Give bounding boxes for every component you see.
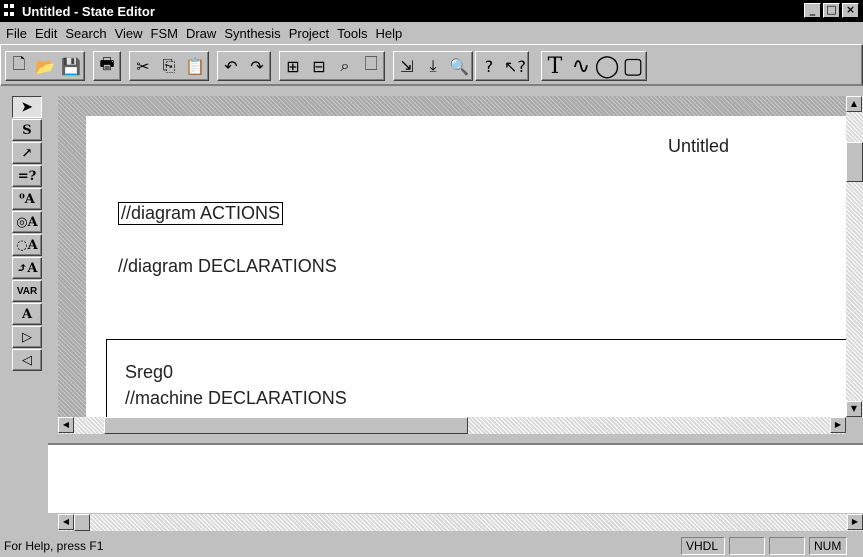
app-icon bbox=[4, 4, 18, 18]
compile-icon[interactable]: ⇲ bbox=[394, 52, 420, 80]
status-panel-ovr bbox=[769, 537, 805, 555]
status-language: VHDL bbox=[681, 537, 725, 555]
scroll-up-icon[interactable]: ▲ bbox=[846, 96, 862, 112]
select-arrow-icon[interactable]: ➤ bbox=[12, 96, 42, 118]
window-title: Untitled - State Editor bbox=[22, 3, 155, 19]
clipboard-toolbar-group: ✂ ⎘ 📋 bbox=[129, 51, 209, 81]
zoom-page-icon[interactable]: 🗌 bbox=[358, 52, 384, 80]
output-port-icon[interactable]: ◁ bbox=[12, 349, 42, 371]
undo-toolbar-group: ↶ ↷ bbox=[217, 51, 271, 81]
menu-edit[interactable]: Edit bbox=[31, 26, 61, 41]
new-file-icon[interactable]: 🗋 bbox=[6, 52, 32, 80]
machine-declarations-text[interactable]: //machine DECLARATIONS bbox=[125, 388, 347, 409]
menu-bar: File Edit Search View FSM Draw Synthesis… bbox=[0, 22, 863, 44]
cut-icon[interactable]: ✂ bbox=[130, 52, 156, 80]
title-bar: Untitled - State Editor _ □ × bbox=[0, 0, 863, 22]
machine-name[interactable]: Sreg0 bbox=[125, 362, 173, 383]
help-icon[interactable]: ? bbox=[476, 52, 502, 80]
context-help-icon[interactable]: ↖? bbox=[502, 52, 528, 80]
menu-fsm[interactable]: FSM bbox=[147, 26, 182, 41]
menu-search[interactable]: Search bbox=[61, 26, 110, 41]
vertical-scroll-thumb[interactable] bbox=[846, 142, 863, 182]
window-controls: _ □ × bbox=[804, 3, 859, 18]
zoom-toolbar-group: ⊞ ⊟ ⌕ 🗌 bbox=[279, 51, 385, 81]
output-pane[interactable] bbox=[48, 443, 863, 513]
output-horizontal-scrollbar[interactable]: ◀ ▶ bbox=[58, 514, 863, 531]
transition-action-icon[interactable]: ⤴A bbox=[12, 257, 42, 279]
diagram-horizontal-scrollbar[interactable]: ◀ ▶ bbox=[58, 417, 846, 434]
scroll-corner bbox=[846, 417, 863, 434]
help-toolbar-group: ? ↖? bbox=[475, 51, 529, 81]
scroll-left-icon[interactable]: ◀ bbox=[58, 417, 74, 433]
save-disk-icon[interactable]: 💾 bbox=[58, 52, 84, 80]
diagram-frame: Untitled //diagram ACTIONS //diagram DEC… bbox=[58, 96, 863, 437]
text-tool-icon[interactable]: T bbox=[542, 52, 568, 80]
curve-tool-icon[interactable]: ∿ bbox=[568, 52, 594, 80]
input-port-icon[interactable]: ▷ bbox=[12, 326, 42, 348]
synthesis-toolbar-group: ⇲ ⤓ 🔍 bbox=[393, 51, 473, 81]
maximize-button[interactable]: □ bbox=[823, 3, 840, 18]
ellipse-tool-icon[interactable]: ◯ bbox=[594, 52, 620, 80]
undo-icon[interactable]: ↶ bbox=[218, 52, 244, 80]
toolbar: 🗋 📂 💾 🖶 ✂ ⎘ 📋 ↶ ↷ ⊞ ⊟ ⌕ 🗌 ⇲ ⤓ 🔍 ? ↖? T ∿ ◯ ▢ bbox=[0, 44, 863, 86]
print-icon[interactable]: 🖶 bbox=[94, 52, 120, 80]
zoom-find-icon[interactable]: ⌕ bbox=[332, 52, 358, 80]
open-folder-icon[interactable]: 📂 bbox=[32, 52, 58, 80]
transition-tool-icon[interactable]: ↗ bbox=[12, 142, 42, 164]
page-title: Untitled bbox=[668, 136, 730, 156]
diagram-vertical-scrollbar[interactable]: ▲ ▼ bbox=[846, 96, 863, 417]
diagram-declarations-text[interactable]: //diagram DECLARATIONS bbox=[118, 256, 337, 277]
menu-file[interactable]: File bbox=[2, 26, 31, 41]
copy-icon[interactable]: ⎘ bbox=[156, 52, 182, 80]
zoom-in-icon[interactable]: ⊞ bbox=[280, 52, 306, 80]
menu-tools[interactable]: Tools bbox=[333, 26, 371, 41]
horizontal-scroll-thumb[interactable] bbox=[104, 417, 468, 434]
text-label-icon[interactable]: A bbox=[12, 303, 42, 325]
output-scroll-right-icon[interactable]: ▶ bbox=[847, 514, 863, 530]
menu-help[interactable]: Help bbox=[372, 26, 407, 41]
status-panel-caps bbox=[729, 537, 765, 555]
condition-tool-icon[interactable]: =? bbox=[12, 165, 42, 187]
scroll-down-icon[interactable]: ▼ bbox=[846, 401, 862, 417]
status-help-text: For Help, press F1 bbox=[4, 539, 104, 553]
close-button[interactable]: × bbox=[842, 3, 859, 18]
file-toolbar-group: 🗋 📂 💾 bbox=[5, 51, 85, 81]
entry-action-icon[interactable]: ⁰A bbox=[12, 188, 42, 210]
diagram-actions-text[interactable]: //diagram ACTIONS bbox=[118, 202, 284, 225]
menu-draw[interactable]: Draw bbox=[182, 26, 220, 41]
status-bar: For Help, press F1 VHDL NUM bbox=[0, 535, 863, 557]
tool-palette: ➤ S ↗ =? ⁰A ◎A ◌A ⤴A VAR A ▷ ◁ bbox=[12, 96, 46, 372]
state-machine-box[interactable]: Sreg0 //machine DECLARATIONS bbox=[106, 339, 846, 417]
menu-synthesis[interactable]: Synthesis bbox=[220, 26, 284, 41]
download-icon[interactable]: ⤓ bbox=[420, 52, 446, 80]
diagram-canvas[interactable]: Untitled //diagram ACTIONS //diagram DEC… bbox=[58, 96, 846, 417]
minimize-button[interactable]: _ bbox=[804, 3, 821, 18]
paste-icon[interactable]: 📋 bbox=[182, 52, 208, 80]
diagram-page[interactable]: Untitled //diagram ACTIONS //diagram DEC… bbox=[86, 116, 846, 417]
output-scroll-left-icon[interactable]: ◀ bbox=[58, 514, 74, 530]
rectangle-tool-icon[interactable]: ▢ bbox=[620, 52, 646, 80]
state-tool-icon[interactable]: S bbox=[12, 119, 42, 141]
scroll-right-icon[interactable]: ▶ bbox=[830, 417, 846, 433]
exit-action-icon[interactable]: ◌A bbox=[12, 234, 42, 256]
redo-icon[interactable]: ↷ bbox=[244, 52, 270, 80]
state-action-icon[interactable]: ◎A bbox=[12, 211, 42, 233]
draw-toolbar-group: T ∿ ◯ ▢ bbox=[541, 51, 647, 81]
output-scroll-thumb[interactable] bbox=[74, 514, 90, 531]
variable-tool-icon[interactable]: VAR bbox=[12, 280, 42, 302]
print-toolbar-group: 🖶 bbox=[93, 51, 121, 81]
menu-project[interactable]: Project bbox=[285, 26, 333, 41]
inspect-icon[interactable]: 🔍 bbox=[446, 52, 472, 80]
menu-view[interactable]: View bbox=[111, 26, 147, 41]
status-num: NUM bbox=[809, 537, 847, 555]
zoom-out-icon[interactable]: ⊟ bbox=[306, 52, 332, 80]
